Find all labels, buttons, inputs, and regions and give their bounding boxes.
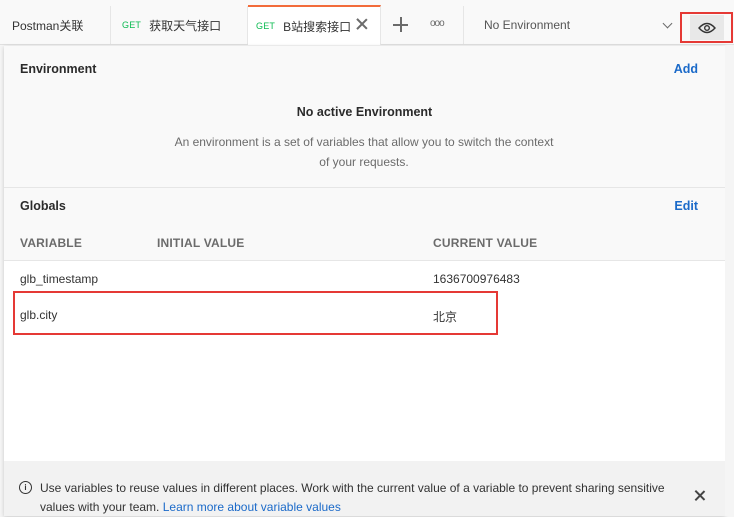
column-header-current-value: CURRENT VALUE [433, 236, 538, 250]
background-gutter [725, 46, 734, 516]
tab-label: B站搜索接口 [283, 19, 352, 34]
more-horizontal-icon[interactable]: ooo [430, 18, 445, 29]
tab-bar: Postman关联 GET 获取天气接口 GET B站搜索接口 ooo No E… [0, 0, 734, 45]
globals-section-title: Globals [20, 199, 66, 213]
environment-selector[interactable]: No Environment [463, 6, 683, 44]
add-environment-button[interactable]: Add [674, 62, 698, 76]
tab-label: Postman关联 [12, 18, 84, 33]
info-banner: i Use variables to reuse values in diffe… [4, 461, 725, 516]
method-badge: GET [256, 21, 276, 31]
column-header-variable: VARIABLE [20, 236, 83, 250]
environment-quick-look-panel: Environment Add No active Environment An… [4, 46, 725, 516]
current-value: 1636700976483 [433, 272, 520, 286]
column-header-initial-value: INITIAL VALUE [157, 236, 245, 250]
no-environment-title: No active Environment [296, 105, 433, 119]
chevron-down-icon [662, 18, 673, 29]
info-banner-text: Use variables to reuse values in differe… [40, 479, 670, 517]
environment-section-title: Environment [20, 62, 97, 76]
variable-name: glb_timestamp [20, 272, 99, 286]
tab-weather-request[interactable]: GET 获取天气接口 [111, 6, 248, 44]
eye-icon [689, 15, 724, 40]
close-icon[interactable] [694, 490, 706, 502]
method-badge: GET [122, 20, 142, 30]
plus-icon[interactable] [392, 16, 410, 34]
globals-section-header: Globals Edit VARIABLE INITIAL VALUE CURR… [4, 188, 725, 261]
environment-section: Environment Add No active Environment An… [4, 46, 725, 188]
annotation-highlight [13, 291, 498, 335]
tab-label: 获取天气接口 [149, 18, 222, 33]
tab-bilibili-search[interactable]: GET B站搜索接口 [248, 5, 381, 45]
tab-postman-collection[interactable]: Postman关联 [0, 6, 111, 44]
close-icon[interactable] [354, 16, 370, 32]
edit-globals-button[interactable]: Edit [674, 199, 698, 213]
learn-more-link[interactable]: Learn more about variable values [163, 500, 341, 514]
info-banner-message: Use variables to reuse values in differe… [40, 481, 665, 514]
info-icon: i [19, 481, 32, 494]
no-environment-description: An environment is a set of variables tha… [174, 135, 554, 169]
environment-selector-value: No Environment [484, 18, 571, 32]
environment-quick-look-button[interactable] [680, 12, 733, 43]
